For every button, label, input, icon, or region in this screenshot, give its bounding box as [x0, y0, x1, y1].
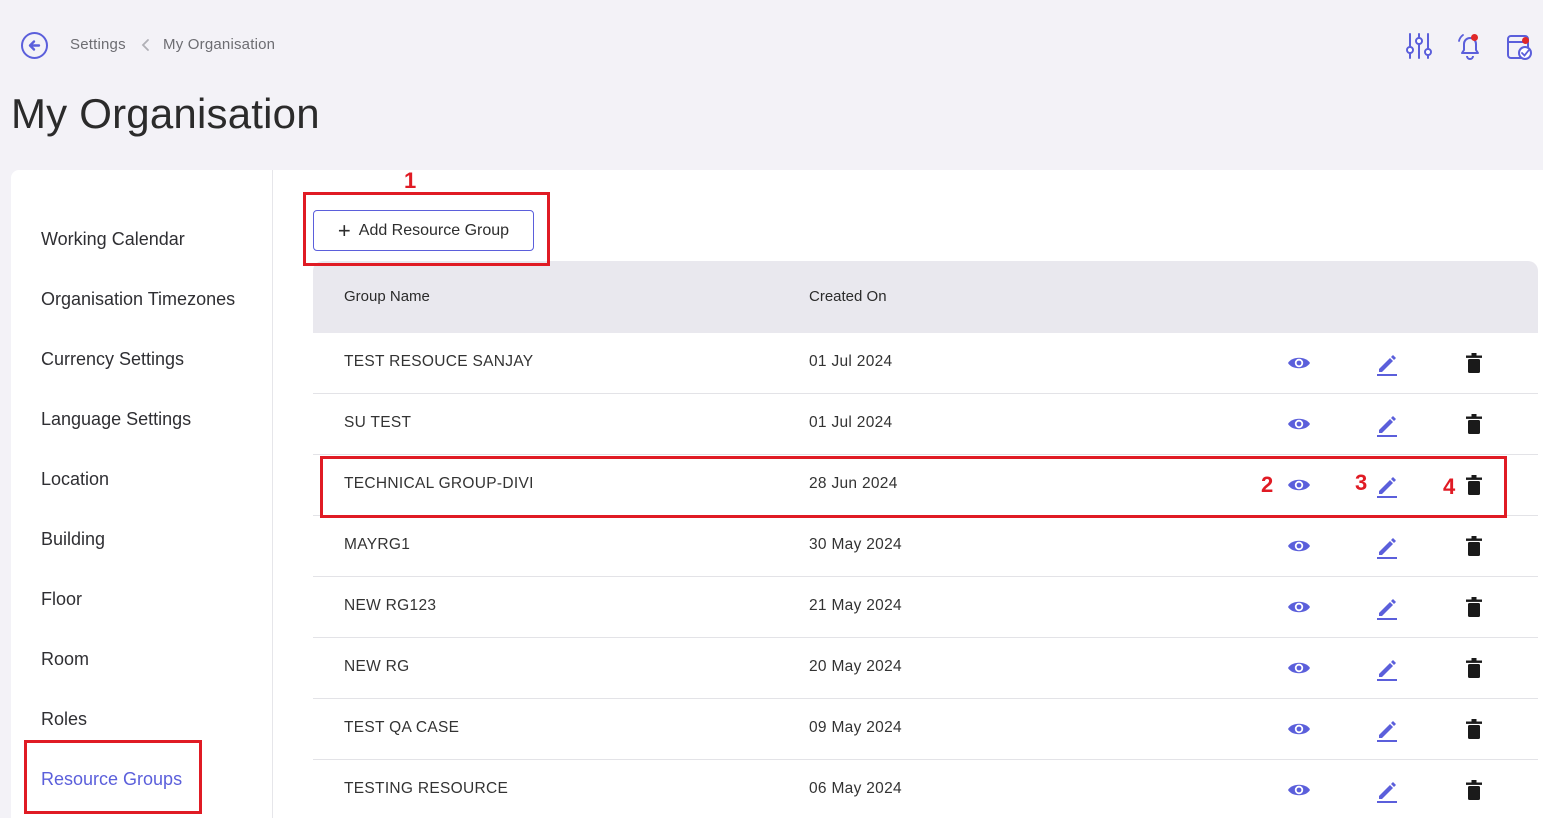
table-row: SU TEST 01 Jul 2024	[313, 394, 1538, 455]
trash-icon[interactable]	[1461, 472, 1487, 498]
annotation-number: 4	[1443, 474, 1456, 499]
sidebar-item-currency-settings[interactable]: Currency Settings	[41, 349, 184, 370]
group-name-cell: TESTING RESOURCE	[344, 780, 509, 797]
table-row: NEW RG123 21 May 2024	[313, 577, 1538, 638]
created-on-cell: 28 Jun 2024	[809, 475, 898, 492]
table-row: TEST RESOUCE SANJAY 01 Jul 2024	[313, 333, 1538, 394]
breadcrumb-settings[interactable]: Settings	[70, 36, 126, 53]
pencil-icon[interactable]	[1374, 594, 1400, 620]
breadcrumb-current: My Organisation	[163, 36, 276, 53]
pencil-icon[interactable]	[1374, 411, 1400, 437]
created-on-cell: 21 May 2024	[809, 597, 902, 614]
sidebar-item-building[interactable]: Building	[41, 529, 105, 550]
sidebar-item-language-settings[interactable]: Language Settings	[41, 409, 191, 430]
sidebar-item-resource-groups[interactable]: Resource Groups	[41, 769, 182, 790]
table-header: Group Name Created On	[313, 261, 1538, 333]
eye-icon[interactable]	[1286, 777, 1312, 803]
eye-icon[interactable]	[1286, 350, 1312, 376]
pencil-icon[interactable]	[1374, 716, 1400, 742]
pencil-icon[interactable]	[1374, 655, 1400, 681]
eye-icon[interactable]	[1286, 411, 1312, 437]
sidebar-item-location[interactable]: Location	[41, 469, 109, 490]
trash-icon[interactable]	[1461, 594, 1487, 620]
chevron-left-icon	[141, 39, 149, 51]
trash-icon[interactable]	[1461, 411, 1487, 437]
trash-icon[interactable]	[1461, 716, 1487, 742]
calendar-check-icon[interactable]	[1505, 30, 1535, 62]
notification-dot	[1522, 37, 1529, 44]
annotation-number: 2	[1261, 472, 1274, 497]
add-resource-group-label: Add Resource Group	[358, 221, 510, 239]
page-title: My Organisation	[11, 90, 320, 137]
pencil-icon[interactable]	[1374, 777, 1400, 803]
annotation-number: 1	[404, 168, 417, 193]
settings-panel: Working Calendar Organisation Timezones …	[11, 170, 1543, 818]
notification-dot	[1471, 34, 1478, 41]
filter-sliders-icon[interactable]	[1404, 30, 1434, 62]
group-name-cell: MAYRG1	[344, 536, 411, 553]
eye-icon[interactable]	[1286, 533, 1312, 559]
plus-icon: +	[337, 217, 351, 243]
group-name-cell: TEST RESOUCE SANJAY	[344, 353, 534, 370]
pencil-icon[interactable]	[1374, 472, 1400, 498]
eye-icon[interactable]	[1286, 655, 1312, 681]
trash-icon[interactable]	[1461, 777, 1487, 803]
settings-sidebar: Working Calendar Organisation Timezones …	[11, 170, 273, 818]
sidebar-item-floor[interactable]: Floor	[41, 589, 82, 610]
arrow-left-icon	[28, 40, 41, 51]
group-name-cell: TEST QA CASE	[344, 719, 460, 736]
created-on-cell: 30 May 2024	[809, 536, 902, 553]
pencil-icon[interactable]	[1374, 533, 1400, 559]
notification-bell-icon[interactable]	[1455, 30, 1485, 62]
created-on-cell: 09 May 2024	[809, 719, 902, 736]
trash-icon[interactable]	[1461, 350, 1487, 376]
sidebar-item-working-calendar[interactable]: Working Calendar	[41, 229, 185, 250]
sidebar-item-room[interactable]: Room	[41, 649, 89, 670]
table-row: NEW RG 20 May 2024	[313, 638, 1538, 699]
trash-icon[interactable]	[1461, 533, 1487, 559]
sidebar-item-roles[interactable]: Roles	[41, 709, 87, 730]
top-bar: Settings My Organisation	[0, 0, 1543, 90]
resource-groups-table: Group Name Created On TEST RESOUCE SANJA…	[313, 261, 1538, 818]
trash-icon[interactable]	[1461, 655, 1487, 681]
eye-icon[interactable]	[1286, 472, 1312, 498]
eye-icon[interactable]	[1286, 594, 1312, 620]
created-on-cell: 01 Jul 2024	[809, 353, 893, 370]
sidebar-item-organisation-timezones[interactable]: Organisation Timezones	[41, 289, 235, 310]
group-name-cell: SU TEST	[344, 414, 412, 431]
table-row: TESTING RESOURCE 06 May 2024	[313, 760, 1538, 818]
column-header-created-on: Created On	[809, 288, 887, 305]
created-on-cell: 20 May 2024	[809, 658, 902, 675]
back-button[interactable]	[21, 32, 48, 59]
table-row: TEST QA CASE 09 May 2024	[313, 699, 1538, 760]
table-row: MAYRG1 30 May 2024	[313, 516, 1538, 577]
group-name-cell: NEW RG	[344, 658, 410, 675]
pencil-icon[interactable]	[1374, 350, 1400, 376]
eye-icon[interactable]	[1286, 716, 1312, 742]
group-name-cell: TECHNICAL GROUP-DIVI	[344, 475, 534, 492]
annotation-number: 3	[1355, 470, 1368, 495]
group-name-cell: NEW RG123	[344, 597, 437, 614]
column-header-group-name: Group Name	[344, 288, 430, 305]
created-on-cell: 01 Jul 2024	[809, 414, 893, 431]
add-resource-group-button[interactable]: + Add Resource Group	[313, 210, 534, 251]
created-on-cell: 06 May 2024	[809, 780, 902, 797]
